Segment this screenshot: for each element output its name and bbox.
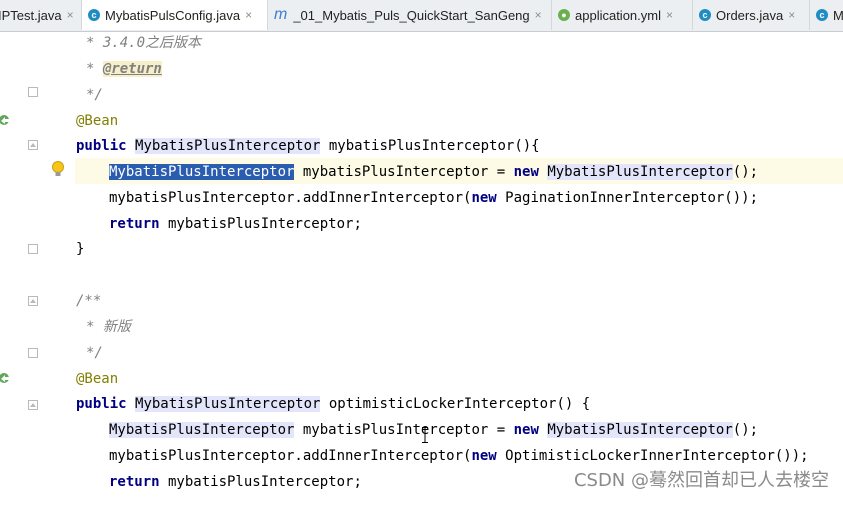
statement: return mybatisPlusInterceptor; bbox=[109, 469, 362, 495]
statement-end: (); bbox=[732, 164, 759, 180]
tab-label: MybatisPulsConfig.java bbox=[105, 7, 241, 23]
closing-brace: } bbox=[76, 241, 85, 257]
annotation: @Bean bbox=[76, 371, 119, 387]
tab-label: application.yml bbox=[575, 7, 661, 23]
close-icon[interactable]: × bbox=[666, 8, 673, 22]
method-signature: public MybatisPlusInterceptor optimistic… bbox=[76, 391, 590, 417]
type-identifier[interactable]: MybatisPlusInterceptor bbox=[547, 164, 733, 180]
close-icon[interactable]: × bbox=[788, 8, 795, 22]
code-line: } bbox=[0, 236, 843, 262]
variable-declaration: mybatisPlusInterceptor = bbox=[294, 164, 514, 180]
doc-comment: * 新版 bbox=[86, 319, 131, 335]
java-class-icon: c bbox=[816, 9, 828, 21]
keyword: new bbox=[513, 164, 539, 180]
keyword: return bbox=[109, 216, 160, 232]
java-class-icon: c bbox=[88, 9, 100, 21]
tab-label: _01_Mybatis_Puls_QuickStart_SanGeng bbox=[293, 7, 530, 23]
close-icon[interactable]: × bbox=[67, 8, 74, 22]
code-line: public MybatisPlusInterceptor optimistic… bbox=[0, 391, 843, 417]
code-line: /** bbox=[0, 288, 843, 314]
method-call: mybatisPlusInterceptor.addInnerIntercept… bbox=[109, 190, 472, 206]
doc-comment: /** bbox=[76, 293, 102, 309]
code-line: */ bbox=[0, 340, 843, 366]
tab-label: IPTest.java bbox=[0, 7, 62, 23]
selected-type-identifier[interactable]: MybatisPlusInterceptor bbox=[109, 164, 295, 180]
watermark: CSDN @蓦然回首却已人去楼空 bbox=[573, 470, 829, 491]
yml-icon: ● bbox=[558, 9, 570, 21]
method-call: mybatisPlusInterceptor.addInnerIntercept… bbox=[109, 448, 472, 464]
return-value: mybatisPlusInterceptor; bbox=[159, 474, 362, 490]
return-value: mybatisPlusInterceptor; bbox=[159, 216, 362, 232]
tab-label: Orders.java bbox=[716, 7, 784, 23]
statement: MybatisPlusInterceptor mybatisPlusInterc… bbox=[109, 159, 758, 185]
type-identifier[interactable]: MybatisPlusInterceptor bbox=[109, 422, 295, 438]
module-m-icon: m bbox=[274, 6, 288, 23]
doc-comment: * bbox=[86, 61, 103, 77]
statement: mybatisPlusInterceptor.addInnerIntercept… bbox=[109, 185, 758, 211]
tab-label: M bbox=[833, 7, 843, 23]
doc-comment: * 3.4.0之后版本 bbox=[86, 35, 202, 51]
method-declaration: mybatisPlusInterceptor(){ bbox=[320, 138, 540, 154]
java-class-icon: c bbox=[699, 9, 711, 21]
doc-comment: */ bbox=[86, 345, 103, 361]
annotation: @Bean bbox=[76, 113, 119, 129]
method-signature: public MybatisPlusInterceptor mybatisPlu… bbox=[76, 133, 540, 159]
code-line: * 3.4.0之后版本 bbox=[0, 30, 843, 56]
statement-end: (); bbox=[732, 422, 759, 438]
code-line: * @return bbox=[0, 56, 843, 82]
code-line: @Bean bbox=[0, 366, 843, 392]
doc-comment: */ bbox=[86, 87, 103, 103]
type-identifier[interactable]: MybatisPlusInterceptor bbox=[135, 396, 321, 412]
tab-mybatispulsconfig[interactable]: c MybatisPulsConfig.java × bbox=[82, 0, 268, 30]
close-icon[interactable]: × bbox=[535, 8, 542, 22]
code-line: @Bean bbox=[0, 108, 843, 134]
tab-iptest[interactable]: IPTest.java × bbox=[0, 0, 82, 30]
constructor-call: PaginationInnerInterceptor()); bbox=[496, 190, 759, 206]
editor-tab-bar: IPTest.java × c MybatisPulsConfig.java ×… bbox=[0, 0, 843, 32]
tab-truncated[interactable]: c M bbox=[810, 0, 843, 30]
keyword: new bbox=[513, 422, 539, 438]
constructor-call: OptimisticLockerInnerInterceptor()); bbox=[496, 448, 809, 464]
doc-tag: @return bbox=[102, 61, 162, 77]
method-declaration: optimisticLockerInterceptor() { bbox=[320, 396, 591, 412]
code-line: mybatisPlusInterceptor.addInnerIntercept… bbox=[0, 185, 843, 211]
statement: MybatisPlusInterceptor mybatisPlusInterc… bbox=[109, 417, 758, 443]
keyword: public bbox=[76, 138, 127, 154]
tab-orders[interactable]: c Orders.java × bbox=[693, 0, 810, 30]
text-cursor-icon bbox=[422, 427, 428, 443]
statement: return mybatisPlusInterceptor; bbox=[109, 211, 362, 237]
type-identifier[interactable]: MybatisPlusInterceptor bbox=[547, 422, 733, 438]
tab-module-quickstart[interactable]: m _01_Mybatis_Puls_QuickStart_SanGeng × bbox=[268, 0, 552, 30]
keyword: new bbox=[471, 190, 497, 206]
close-icon[interactable]: × bbox=[245, 8, 252, 22]
doc-comment-line: * @return bbox=[86, 56, 162, 82]
code-line: return mybatisPlusInterceptor; bbox=[0, 211, 843, 237]
code-line: MybatisPlusInterceptor mybatisPlusInterc… bbox=[0, 159, 843, 185]
type-identifier[interactable]: MybatisPlusInterceptor bbox=[135, 138, 321, 154]
tab-application-yml[interactable]: ● application.yml × bbox=[552, 0, 693, 30]
code-line: * 新版 bbox=[0, 314, 843, 340]
variable-declaration: mybatisPlusInterceptor = bbox=[294, 422, 514, 438]
keyword: return bbox=[109, 474, 160, 490]
keyword: public bbox=[76, 396, 127, 412]
code-line: public MybatisPlusInterceptor mybatisPlu… bbox=[0, 133, 843, 159]
code-line: */ bbox=[0, 82, 843, 108]
keyword: new bbox=[471, 448, 497, 464]
